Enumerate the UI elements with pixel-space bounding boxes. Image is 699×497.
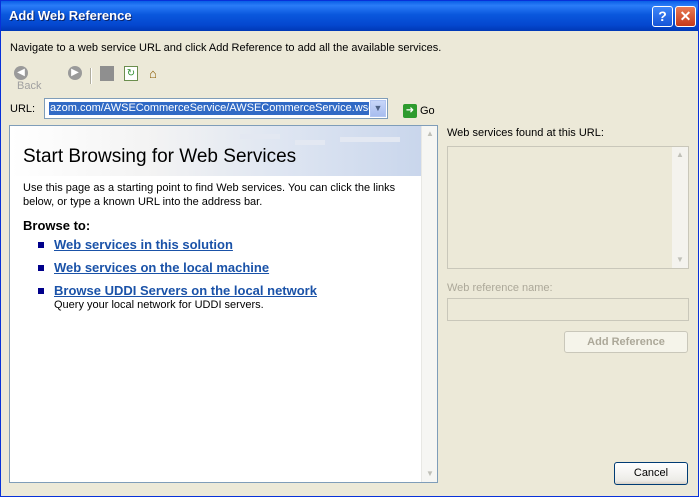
forward-button[interactable]: ▶ (68, 66, 82, 86)
refresh-icon: ↻ (124, 66, 138, 81)
stop-button[interactable] (100, 66, 114, 86)
bullet-icon (38, 242, 44, 248)
add-web-reference-dialog: Add Web Reference ? ✕ Navigate to a web … (0, 0, 699, 497)
uddi-description: Query your local network for UDDI server… (54, 299, 264, 311)
home-icon: ⌂ (149, 66, 157, 81)
refresh-button[interactable]: ↻ (124, 66, 138, 86)
chevron-down-icon: ▼ (373, 103, 383, 113)
forward-arrow-icon: ▶ (68, 66, 82, 80)
scroll-up-icon[interactable]: ▲ (422, 126, 437, 142)
window-title: Add Web Reference (9, 8, 132, 23)
close-button[interactable]: ✕ (675, 6, 696, 27)
cancel-button[interactable]: Cancel (614, 462, 688, 485)
scroll-up-icon[interactable]: ▲ (672, 147, 688, 163)
banner-decoration (240, 134, 280, 139)
url-label: URL: (10, 103, 36, 115)
help-button[interactable]: ? (652, 6, 673, 27)
title-bar[interactable]: Add Web Reference ? ✕ (1, 1, 698, 31)
instructions-text: Navigate to a web service URL and click … (10, 42, 442, 54)
solution-services-link[interactable]: Web services in this solution (54, 237, 233, 252)
services-list-scrollbar[interactable]: ▲ ▼ (672, 147, 688, 268)
uddi-servers-link[interactable]: Browse UDDI Servers on the local network (54, 283, 317, 298)
go-label: Go (420, 105, 435, 117)
bullet-icon (38, 288, 44, 294)
services-found-list[interactable]: ▲ ▼ (447, 146, 689, 269)
local-machine-services-link[interactable]: Web services on the local machine (54, 260, 269, 275)
scroll-down-icon[interactable]: ▼ (672, 252, 688, 268)
browser-description: Use this page as a starting point to fin… (23, 182, 396, 208)
url-dropdown-button[interactable]: ▼ (370, 100, 386, 117)
url-input[interactable]: azom.com/AWSECommerceService/AWSECommerc… (49, 102, 369, 115)
banner-decoration (295, 140, 325, 145)
web-reference-name-field[interactable] (447, 298, 689, 321)
banner-decoration (340, 137, 400, 142)
start-browsing-heading: Start Browsing for Web Services (23, 146, 297, 167)
browser-pane: Start Browsing for Web Services Use this… (9, 125, 438, 483)
back-button[interactable]: ◀Back (14, 66, 41, 92)
start-browsing-banner: Start Browsing for Web Services (10, 126, 421, 176)
browser-scrollbar[interactable]: ▲ ▼ (421, 126, 437, 482)
bullet-icon (38, 265, 44, 271)
web-reference-name-label: Web reference name: (447, 282, 553, 294)
add-reference-button[interactable]: Add Reference (564, 331, 688, 353)
back-label: Back (17, 80, 42, 93)
stop-icon (100, 66, 114, 81)
toolbar-separator (90, 68, 92, 84)
services-found-label: Web services found at this URL: (447, 127, 604, 139)
home-button[interactable]: ⌂ (149, 66, 163, 86)
go-button[interactable]: ➜ Go (403, 104, 435, 118)
go-arrow-icon: ➜ (403, 104, 417, 118)
scroll-down-icon[interactable]: ▼ (422, 466, 437, 482)
url-combobox[interactable]: azom.com/AWSECommerceService/AWSECommerc… (44, 98, 388, 119)
browse-to-heading: Browse to: (23, 218, 91, 233)
back-arrow-icon: ◀ (14, 66, 28, 80)
